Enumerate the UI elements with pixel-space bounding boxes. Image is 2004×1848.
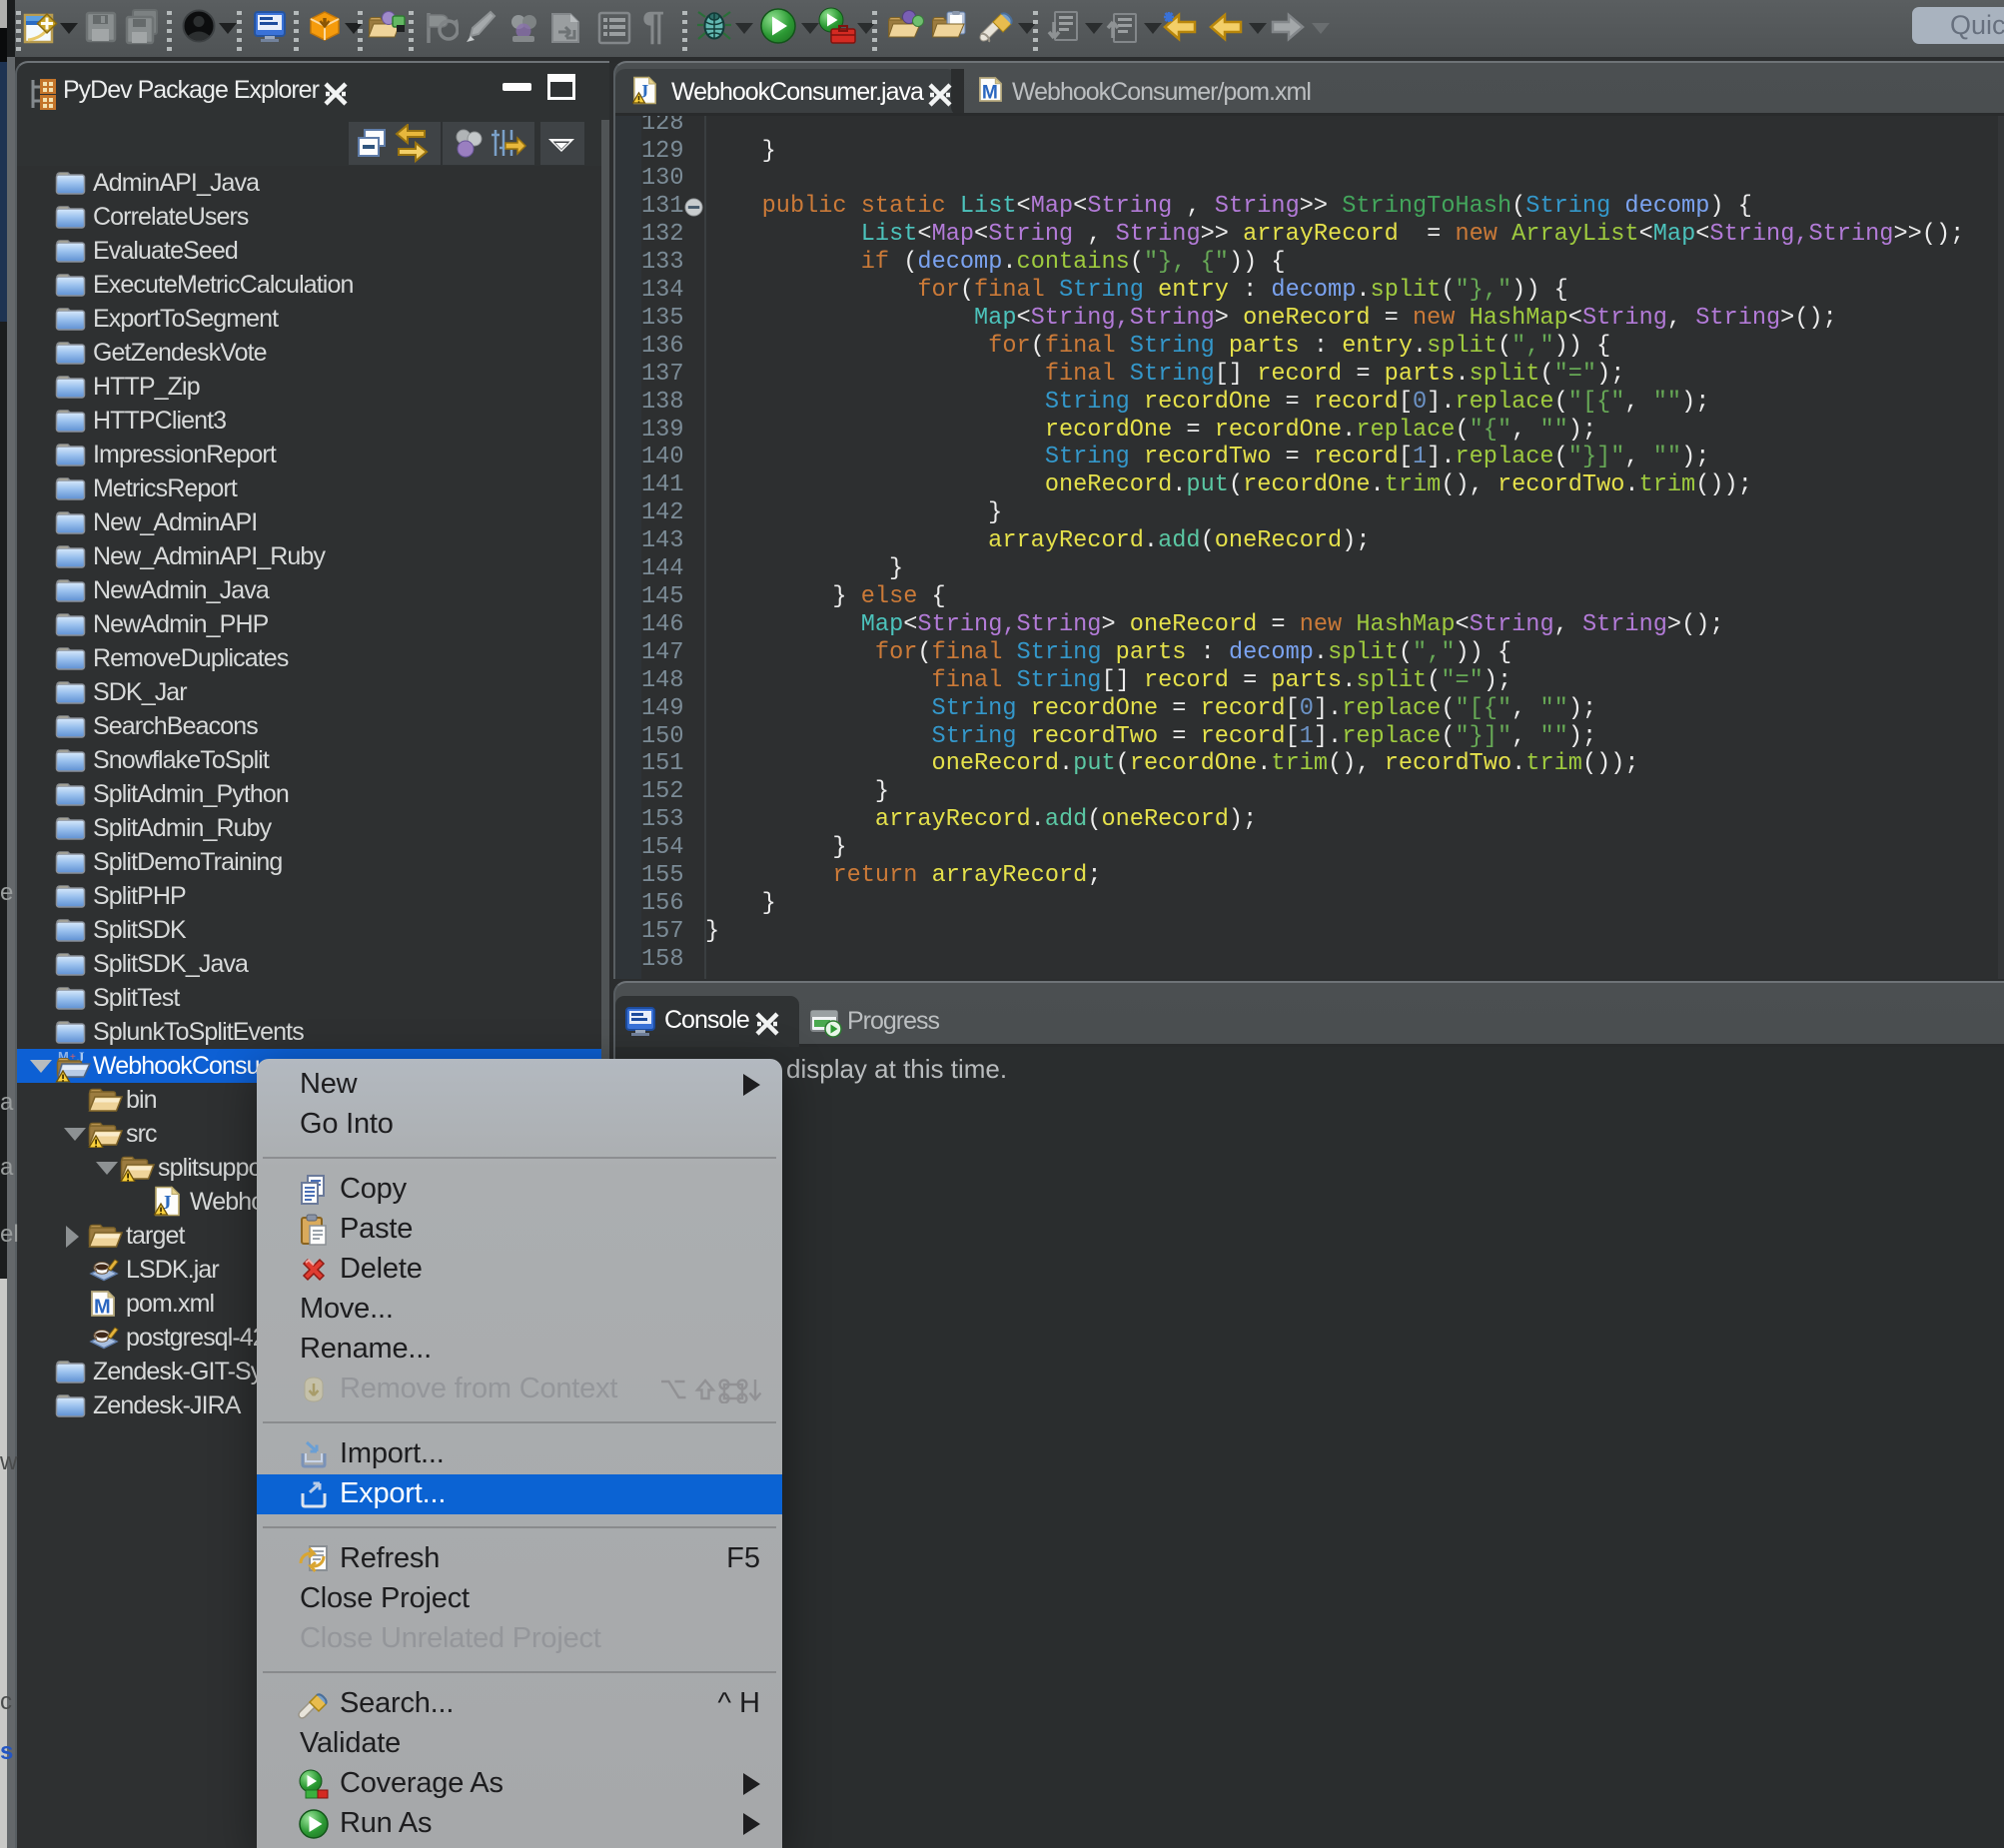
svg-text:M: M: [94, 1297, 111, 1319]
svg-text:M: M: [982, 83, 998, 104]
